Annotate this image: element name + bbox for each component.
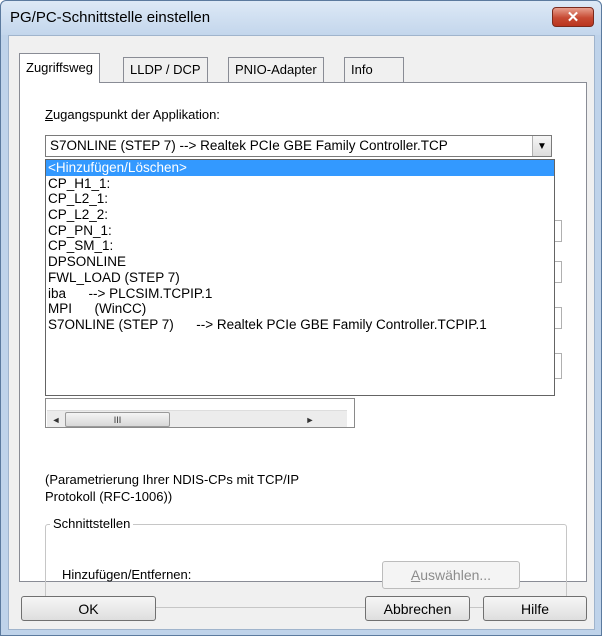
- access-point-description: (Parametrierung Ihrer NDIS-CPs mit TCP/I…: [45, 471, 365, 505]
- dropdown-item-iba[interactable]: iba --> PLCSIM.TCPIP.1: [46, 286, 554, 302]
- access-point-select[interactable]: S7ONLINE (STEP 7) --> Realtek PCIe GBE F…: [45, 135, 552, 157]
- tab-label: PNIO-Adapter: [235, 62, 317, 77]
- dropdown-item-cp-pn-1[interactable]: CP_PN_1:: [46, 223, 554, 239]
- access-point-value: S7ONLINE (STEP 7) --> Realtek PCIe GBE F…: [50, 138, 448, 153]
- access-point-label: Zugangspunkt der Applikation:: [45, 107, 220, 122]
- horizontal-scrollbar[interactable]: ◄ III ►: [47, 410, 347, 427]
- dialog-client-area: Zugriffsweg LLDP / DCP PNIO-Adapter Info…: [8, 35, 595, 630]
- tab-label: Zugriffsweg: [26, 60, 93, 75]
- tab-label: Info: [351, 62, 373, 77]
- tab-panel-zugriffsweg: Zugangspunkt der Applikation: S7ONLINE (…: [19, 82, 587, 608]
- tab-label: LLDP / DCP: [130, 62, 201, 77]
- scrollbar-thumb[interactable]: III: [65, 412, 170, 427]
- description-line: (Parametrierung Ihrer NDIS-CPs mit TCP/I…: [45, 472, 300, 487]
- tab-info[interactable]: Info: [344, 57, 404, 82]
- interfaces-groupbox-title: Schnittstellen: [50, 516, 134, 531]
- dropdown-item-cp-l2-2[interactable]: CP_L2_2:: [46, 207, 554, 223]
- dropdown-item-s7online[interactable]: S7ONLINE (STEP 7) --> Realtek PCIe GBE F…: [46, 317, 554, 333]
- help-button[interactable]: Hilfe: [483, 596, 587, 621]
- tab-pnio-adapter[interactable]: PNIO-Adapter: [228, 57, 324, 82]
- arrow-left-icon: ◄: [51, 414, 61, 425]
- cancel-button[interactable]: Abbrechen: [365, 596, 470, 621]
- description-line: Protokoll (RFC-1006)): [45, 489, 173, 504]
- dropdown-item-cp-h1-1[interactable]: CP_H1_1:: [46, 176, 554, 192]
- add-remove-label: Hinzufügen/Entfernen:: [62, 567, 192, 582]
- dropdown-item-fwl-load[interactable]: FWL_LOAD (STEP 7): [46, 270, 554, 286]
- scroll-left-button[interactable]: ◄: [48, 412, 64, 427]
- tab-zugriffsweg[interactable]: Zugriffsweg: [19, 53, 100, 83]
- tab-lldp-dcp[interactable]: LLDP / DCP: [123, 57, 208, 82]
- ok-button[interactable]: OK: [21, 596, 156, 621]
- close-button[interactable]: ✕: [552, 7, 594, 27]
- scroll-right-button[interactable]: ►: [302, 412, 318, 427]
- close-icon: ✕: [566, 9, 580, 26]
- dropdown-item-cp-sm-1[interactable]: CP_SM_1:: [46, 238, 554, 254]
- dropdown-arrow-button[interactable]: ▼: [532, 136, 551, 156]
- window-title: PG/PC-Schnittstelle einstellen: [10, 9, 211, 26]
- grip-icon: III: [113, 414, 122, 425]
- dropdown-item-dpsonline[interactable]: DPSONLINE: [46, 254, 554, 270]
- chevron-down-icon: ▼: [537, 140, 547, 152]
- dropdown-item-cp-l2-1[interactable]: CP_L2_1:: [46, 191, 554, 207]
- arrow-right-icon: ►: [305, 414, 315, 425]
- access-point-dropdown-list[interactable]: <Hinzufügen/Löschen> CP_H1_1: CP_L2_1: C…: [45, 159, 555, 396]
- dropdown-item-add-remove[interactable]: <Hinzufügen/Löschen>: [46, 160, 554, 176]
- title-bar[interactable]: PG/PC-Schnittstelle einstellen ✕: [1, 1, 601, 35]
- dialog-window: PG/PC-Schnittstelle einstellen ✕ Zugriff…: [0, 0, 602, 636]
- select-interfaces-button[interactable]: Auswählen...: [382, 561, 520, 589]
- dropdown-item-mpi[interactable]: MPI (WinCC): [46, 301, 554, 317]
